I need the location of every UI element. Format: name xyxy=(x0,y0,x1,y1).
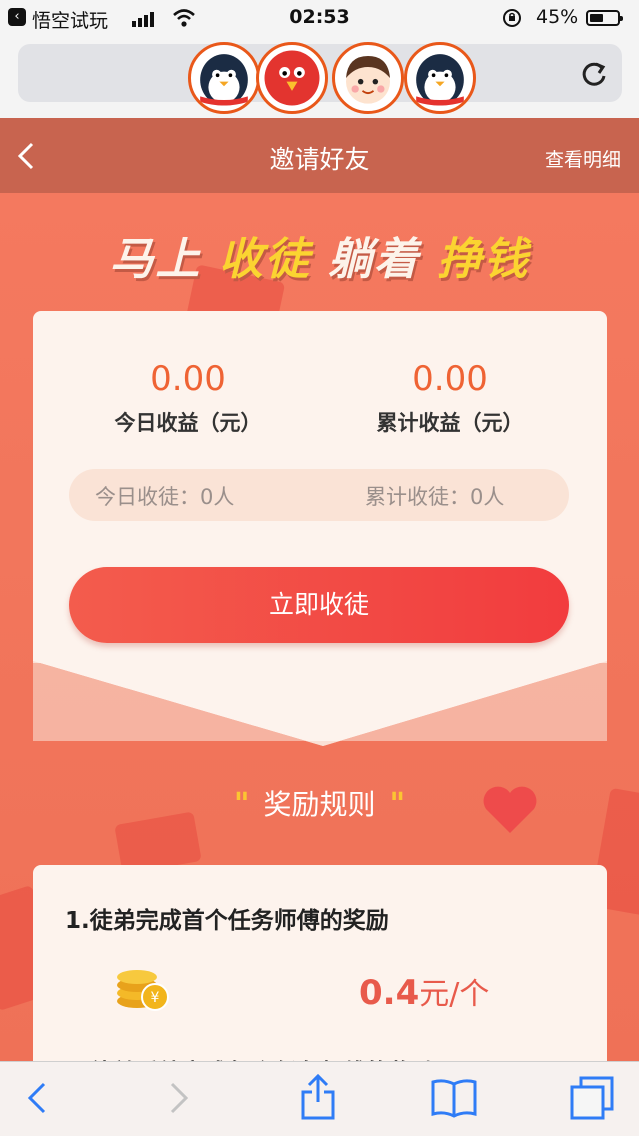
browser-toolbar xyxy=(0,1061,639,1136)
apprentice-counts: 今日收徒：0人 累计收徒：0人 xyxy=(69,469,569,521)
today-apprentices: 今日收徒：0人 xyxy=(95,485,235,509)
quote-mark-icon: " xyxy=(389,787,406,822)
rules-heading-text: 奖励规则 xyxy=(263,788,376,821)
coins-icon: ¥ xyxy=(117,970,169,1011)
page-title: 邀请好友 xyxy=(269,145,370,174)
quote-mark-icon: " xyxy=(233,787,250,822)
rules-card: 1.徒弟完成首个任务师傅的奖励 ¥ 0.4元/个 2.徒弟后续完成每个任务师傅的… xyxy=(33,865,607,1061)
heart-icon xyxy=(483,786,537,833)
status-bar: ‹ 悟空试玩 02:53 45% xyxy=(0,0,639,36)
rotation-lock-icon xyxy=(503,9,521,27)
rule-2-title: 2.徒弟后续完成每个任务师傅的奖励 xyxy=(65,1053,435,1061)
slogan: 马上 收徒 躺着 挣钱 xyxy=(0,223,639,287)
bookmarks-icon[interactable] xyxy=(430,1078,478,1118)
battery-percent: 45% xyxy=(536,6,579,28)
boy-mascot-icon xyxy=(332,42,404,114)
rule-1-amount: 0.4 xyxy=(359,973,420,1013)
svg-text:¥: ¥ xyxy=(151,990,160,1006)
parrot-mascot-icon xyxy=(256,42,328,114)
total-earnings: 0.00 累计收益（元） xyxy=(325,359,575,437)
slogan-part-2: 收徒 xyxy=(218,234,311,285)
earnings-card-body: 0.00 今日收益（元） 0.00 累计收益（元） 今日收徒：0人 累计收徒：0… xyxy=(33,311,607,663)
recruit-now-button[interactable]: 立即收徒 xyxy=(69,567,569,643)
battery-icon xyxy=(586,10,623,26)
slogan-part-3: 躺着 xyxy=(328,234,421,285)
slogan-part-4: 挣钱 xyxy=(437,234,530,285)
back-icon[interactable] xyxy=(24,1080,50,1116)
card-chevron-bottom xyxy=(33,661,607,746)
reload-icon[interactable] xyxy=(580,58,608,88)
app-header: 邀请好友 查看明细 xyxy=(0,118,639,193)
rule-1-reward: 0.4元/个 xyxy=(359,969,489,1013)
rule-1-title: 1.徒弟完成首个任务师傅的奖励 xyxy=(65,908,389,934)
tabs-icon[interactable] xyxy=(570,1076,614,1120)
browser-url-area xyxy=(0,36,639,118)
share-icon[interactable] xyxy=(300,1074,336,1120)
total-apprentices: 累计收徒：0人 xyxy=(365,485,505,509)
penguin-mascot-icon xyxy=(188,42,260,114)
rule-1-unit: 元/个 xyxy=(419,977,490,1012)
total-earnings-label: 累计收益（元） xyxy=(376,411,524,435)
mascot-banner xyxy=(188,36,478,114)
view-details-link[interactable]: 查看明细 xyxy=(545,145,621,172)
rules-heading: " 奖励规则 " xyxy=(0,783,639,823)
total-earnings-value: 0.00 xyxy=(412,359,488,399)
today-earnings-value: 0.00 xyxy=(150,359,226,399)
penguin-mascot-icon xyxy=(404,42,476,114)
page-content: 马上 收徒 躺着 挣钱 0.00 今日收益（元） 0.00 累计收益（元） 今日… xyxy=(0,193,639,1061)
today-earnings: 0.00 今日收益（元） xyxy=(63,359,313,437)
today-earnings-label: 今日收益（元） xyxy=(114,411,262,435)
slogan-part-1: 马上 xyxy=(109,234,202,285)
earnings-card: 0.00 今日收益（元） 0.00 累计收益（元） 今日收徒：0人 累计收徒：0… xyxy=(33,311,607,746)
forward-icon[interactable] xyxy=(166,1080,192,1116)
